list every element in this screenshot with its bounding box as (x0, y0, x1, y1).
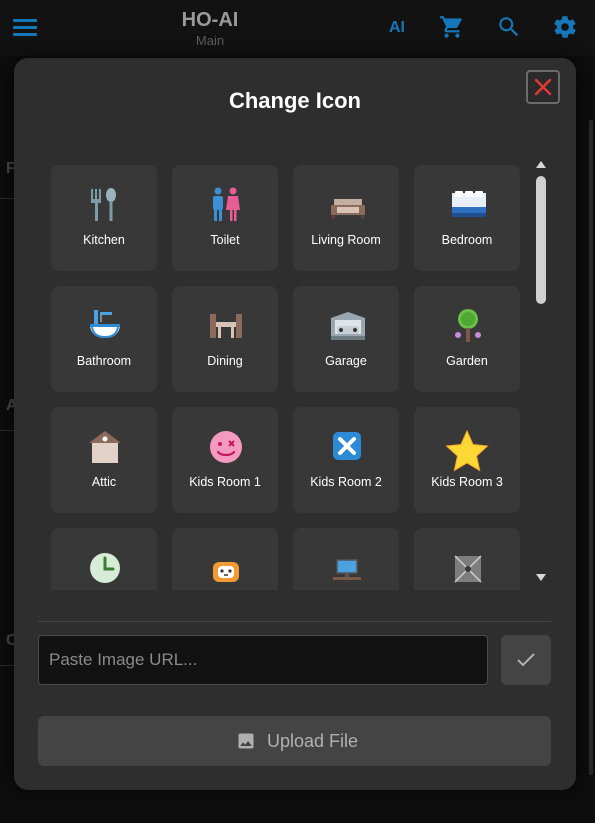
app-bar: HO-AI Main AI (0, 0, 595, 56)
change-icon-dialog: Change Icon Kitchen Toilet Living Room B… (14, 58, 576, 790)
icon-option-attic[interactable]: Attic (51, 407, 157, 513)
upload-file-label: Upload File (267, 731, 359, 751)
icon-option-living-room[interactable]: Living Room (293, 165, 399, 271)
icon-label: Garden (446, 354, 488, 368)
app-title: HO-AI (181, 9, 239, 31)
icon-option-garage[interactable]: Garage (293, 286, 399, 392)
attic-house-icon (89, 431, 121, 463)
icon-label: Kitchen (83, 233, 125, 247)
icon-option-dog[interactable] (172, 528, 278, 590)
icon-label: Toilet (210, 233, 240, 247)
icon-label: Kids Room 3 (431, 475, 503, 489)
icon-grid: Kitchen Toilet Living Room Bedroom Bathr… (51, 165, 521, 590)
star-icon (445, 429, 489, 472)
checkmark-icon (517, 653, 535, 667)
storage-box-icon (454, 555, 482, 583)
icon-option-computer[interactable] (293, 528, 399, 590)
icon-option-garden[interactable]: Garden (414, 286, 520, 392)
icon-option-bedroom[interactable]: Bedroom (414, 165, 520, 271)
bg-divider (0, 198, 14, 199)
icon-option-kids-room-2[interactable]: Kids Room 2 (293, 407, 399, 513)
image-icon (238, 733, 254, 749)
page-scrollbar[interactable] (589, 120, 593, 775)
icon-label: Kids Room 2 (310, 475, 382, 489)
dog-face-icon (213, 562, 239, 582)
icon-option-kids-room-3[interactable]: Kids Room 3 (414, 407, 520, 513)
close-x-icon (534, 78, 552, 96)
icon-grid-scrollbar-thumb[interactable] (536, 176, 546, 304)
toilet-people-icon (213, 187, 240, 221)
icon-option-box[interactable] (414, 528, 520, 590)
icon-label: Dining (207, 354, 243, 368)
icon-option-kitchen[interactable]: Kitchen (51, 165, 157, 271)
icon-label: Garage (325, 354, 367, 368)
blue-x-box-icon (333, 432, 361, 460)
icon-option-clock[interactable] (51, 528, 157, 590)
icon-option-bathroom[interactable]: Bathroom (51, 286, 157, 392)
search-icon[interactable] (496, 14, 522, 45)
image-url-input[interactable] (38, 635, 488, 685)
dialog-title: Change Icon (228, 88, 361, 113)
clock-icon (90, 553, 120, 583)
sofa-icon (331, 199, 365, 219)
icon-label: Kids Room 1 (189, 475, 261, 489)
computer-desk-icon (333, 559, 361, 580)
icon-option-kids-room-1[interactable]: Kids Room 1 (172, 407, 278, 513)
bg-divider (0, 665, 14, 666)
settings-gear-icon[interactable] (552, 14, 578, 45)
kitchen-utensils-icon (91, 188, 116, 221)
smiley-face-icon (210, 431, 242, 463)
bg-divider (0, 430, 14, 431)
icon-label: Living Room (311, 233, 381, 247)
ai-button[interactable]: AI (389, 19, 405, 37)
icon-label: Bedroom (441, 233, 493, 247)
tree-icon (455, 309, 481, 342)
confirm-url-button[interactable] (501, 635, 551, 685)
bathtub-icon (90, 310, 120, 339)
section-divider (38, 621, 551, 622)
scroll-up-arrow-icon[interactable] (536, 161, 546, 168)
upload-file-button[interactable]: Upload File (38, 716, 551, 766)
app-subtitle: Main (195, 33, 225, 48)
scroll-down-arrow-icon[interactable] (536, 574, 546, 581)
dining-table-icon (210, 314, 242, 338)
icon-option-toilet[interactable]: Toilet (172, 165, 278, 271)
icon-label: Attic (91, 475, 117, 489)
close-button[interactable] (526, 70, 560, 104)
icon-option-dining[interactable]: Dining (172, 286, 278, 392)
cart-icon[interactable] (439, 14, 465, 45)
bed-icon (452, 191, 486, 217)
icon-label: Bathroom (76, 354, 132, 368)
garage-car-icon (331, 312, 365, 340)
